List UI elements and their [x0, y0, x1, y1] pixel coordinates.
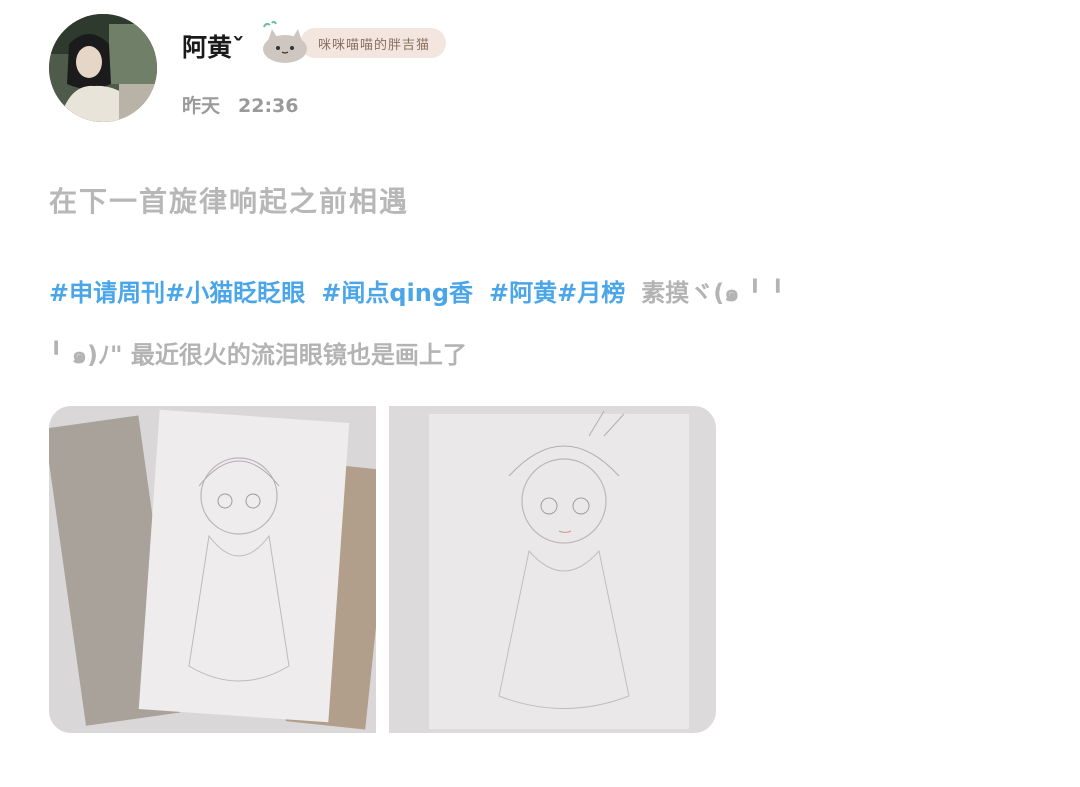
hashtag-link[interactable]: #月榜 [557, 279, 625, 307]
post-text-line-1: 素摸ヾ(๑ ╹ ╹ [641, 279, 786, 307]
username[interactable]: 阿黄ˇ [182, 28, 245, 64]
hashtag-link[interactable]: #闻点qing香 [321, 279, 473, 307]
post-title: 在下一首旋律响起之前相遇 [49, 185, 410, 218]
post-meta: 昨天 22:36 [182, 91, 299, 118]
post-time: 22:36 [238, 95, 299, 117]
post-date: 昨天 [182, 95, 221, 117]
pencil-sketch-photo-1[interactable] [49, 406, 376, 733]
post-body: #申请周刊#小猫眨眨眼 #闻点qing香 #阿黄#月榜 素摸ヾ(๑ ╹ ╹ ╹ ๑)ﾉ… [49, 262, 989, 386]
avatar-image [49, 14, 157, 122]
fan-badge[interactable]: 咪咪喵喵的胖吉猫 [258, 20, 447, 65]
hashtag-link[interactable]: #申请周刊 [49, 279, 165, 307]
avatar[interactable] [49, 14, 157, 122]
photo-grid [49, 406, 716, 733]
hashtag-link[interactable]: #小猫眨眨眼 [165, 279, 305, 307]
hashtag-link[interactable]: #阿黄 [489, 279, 557, 307]
badge-label: 咪咪喵喵的胖吉猫 [300, 28, 447, 58]
post-text-line-2: ╹ ๑)ﾉ" 最近很火的流泪眼镜也是画上了 [49, 341, 467, 369]
pencil-sketch-photo-2[interactable] [389, 406, 716, 733]
pusheen-cat-icon [258, 20, 312, 65]
